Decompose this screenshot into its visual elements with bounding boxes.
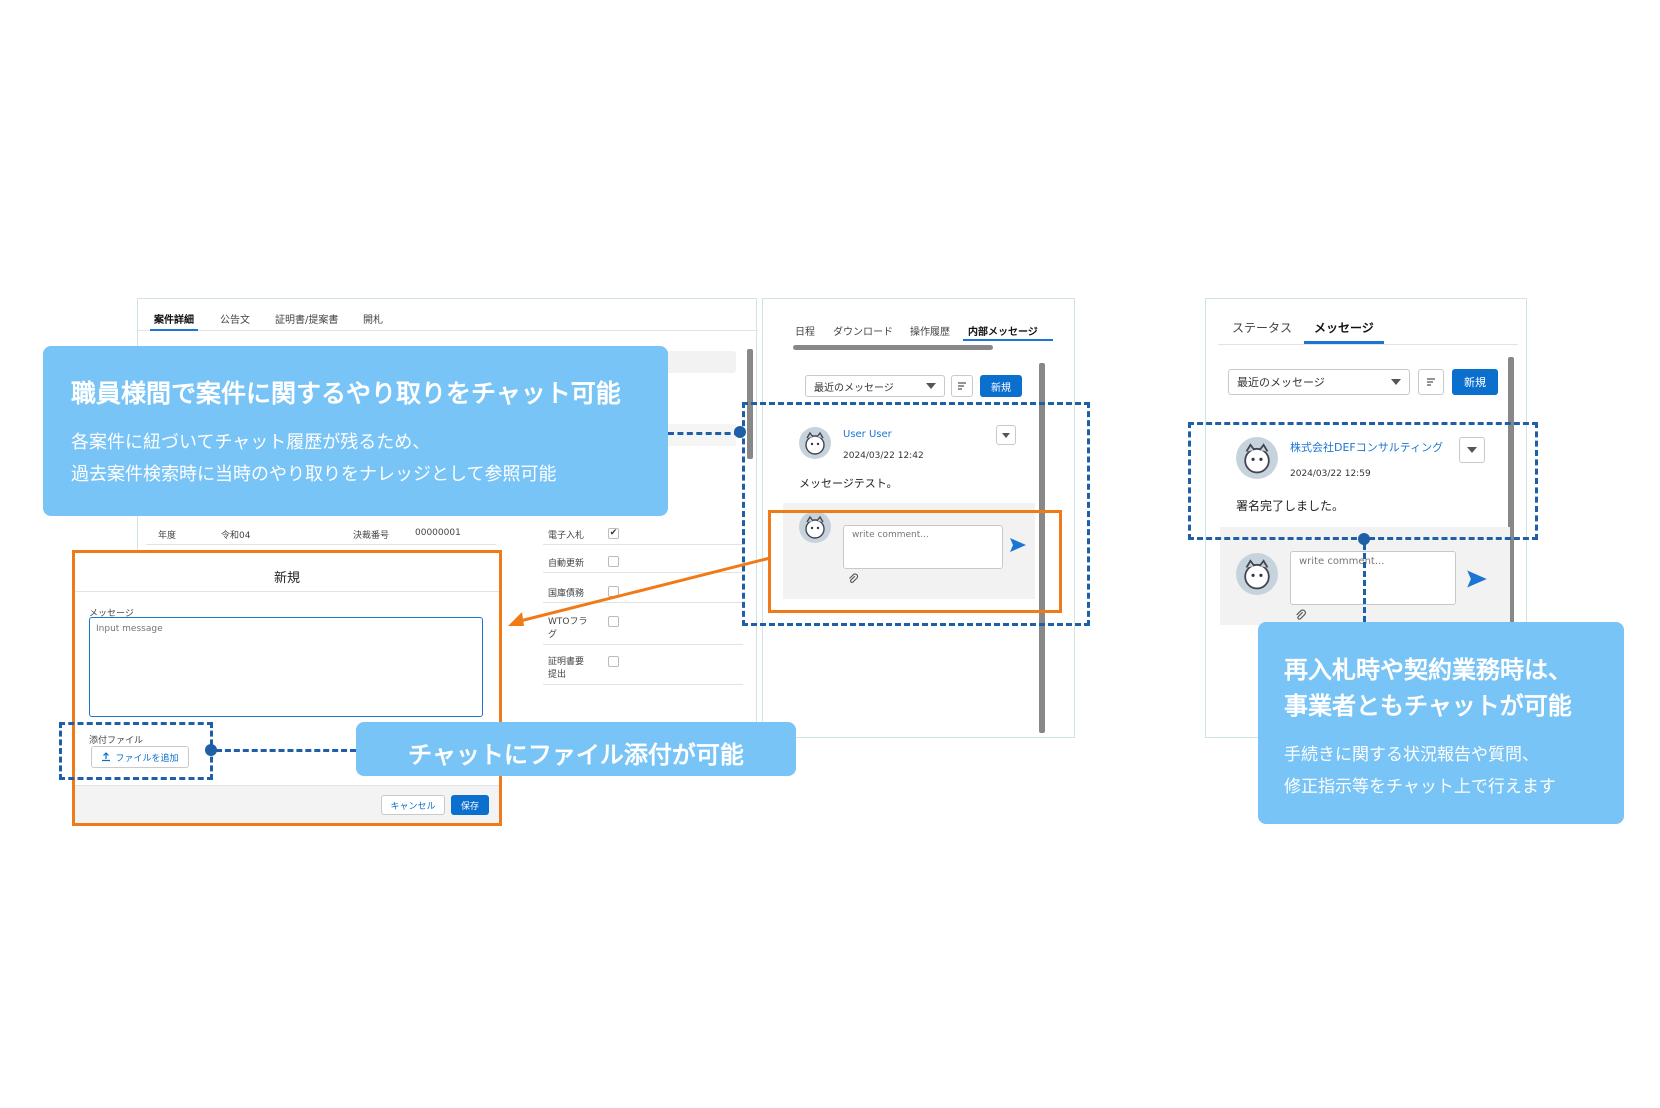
sort-icon bbox=[958, 382, 966, 390]
connector-line bbox=[668, 432, 740, 435]
field-divider bbox=[543, 684, 743, 685]
checkbox-certificate[interactable] bbox=[608, 656, 619, 667]
paperclip-icon[interactable] bbox=[1294, 609, 1307, 622]
tab-notice[interactable]: 公告文 bbox=[220, 311, 250, 326]
tab-active-underline bbox=[150, 329, 198, 331]
callout-line: 過去案件検索時に当時のやり取りをナレッジとして参照可能 bbox=[71, 464, 557, 485]
highlight-vendor-post bbox=[1188, 422, 1538, 540]
year-value: 令和04 bbox=[221, 531, 251, 541]
new-message-modal: 新規 メッセージ 添付ファイル ファイルを追加 キャンセル 保存 bbox=[72, 550, 502, 826]
message-filter-value: 最近のメッセージ bbox=[1237, 376, 1325, 389]
tab-certificate[interactable]: 証明書/提案書 bbox=[275, 311, 338, 326]
callout-title: チャットにファイル添付が可能 bbox=[408, 741, 744, 769]
send-icon[interactable] bbox=[1466, 569, 1488, 589]
tab-active-underline bbox=[963, 339, 1053, 341]
tab-history[interactable]: 操作履歴 bbox=[910, 323, 950, 338]
tab-scroll-track[interactable] bbox=[793, 345, 993, 350]
tab-schedule[interactable]: 日程 bbox=[795, 323, 815, 338]
connector-dot bbox=[205, 744, 217, 756]
callout-attach: チャットにファイル添付が可能 bbox=[356, 722, 796, 776]
callout-line: 手続きに関する状況報告や質問、 bbox=[1284, 745, 1539, 765]
callout-vendor-chat: 再入札時や契約業務時は、 事業者ともチャットが可能 手続きに関する状況報告や質問… bbox=[1258, 622, 1624, 824]
tab-download[interactable]: ダウンロード bbox=[833, 323, 893, 338]
callout-line: 修正指示等をチャット上で行えます bbox=[1284, 777, 1556, 797]
chevron-down-icon bbox=[926, 383, 936, 389]
tab-case-detail[interactable]: 案件詳細 bbox=[154, 311, 194, 326]
check-label-e-bid: 電子入札 bbox=[548, 531, 585, 541]
connector-dot bbox=[1358, 533, 1370, 545]
chevron-down-icon bbox=[1391, 379, 1401, 385]
callout-line: 各案件に紐づいてチャット履歴が残るため、 bbox=[71, 432, 431, 453]
callout-internal-chat: 職員様間で案件に関するやり取りをチャット可能 各案件に紐づいてチャット履歴が残る… bbox=[43, 346, 668, 516]
comment-input[interactable]: write comment... bbox=[1290, 551, 1456, 605]
tab-status[interactable]: ステータス bbox=[1232, 319, 1292, 336]
save-button[interactable]: 保存 bbox=[451, 795, 489, 815]
field-divider bbox=[146, 544, 496, 545]
sort-button[interactable] bbox=[1418, 369, 1444, 395]
highlight-comment-box bbox=[768, 510, 1062, 613]
message-textarea[interactable] bbox=[89, 617, 483, 717]
new-message-button[interactable]: 新規 bbox=[1452, 369, 1498, 395]
modal-divider bbox=[75, 591, 499, 592]
tab-divider bbox=[1218, 344, 1518, 345]
tab-internal-message[interactable]: 内部メッセージ bbox=[968, 323, 1038, 338]
new-message-button[interactable]: 新規 bbox=[980, 375, 1022, 397]
message-filter-select[interactable]: 最近のメッセージ bbox=[1228, 369, 1410, 395]
message-filter-value: 最近のメッセージ bbox=[814, 382, 894, 394]
decision-number-value: 00000001 bbox=[415, 528, 461, 538]
connector-arrow bbox=[508, 556, 771, 626]
connector-line bbox=[216, 749, 356, 752]
check-label-certificate: 証明書要提出 bbox=[548, 657, 585, 680]
modal-title: 新規 bbox=[273, 571, 300, 586]
highlight-attach bbox=[59, 722, 213, 780]
callout-title: 事業者ともチャットが可能 bbox=[1284, 692, 1572, 720]
tab-message[interactable]: メッセージ bbox=[1314, 319, 1374, 336]
sort-icon bbox=[1427, 378, 1435, 386]
field-divider bbox=[543, 544, 743, 545]
field-divider bbox=[543, 644, 743, 645]
connector-dot bbox=[734, 426, 746, 438]
callout-title: 再入札時や契約業務時は、 bbox=[1284, 656, 1572, 684]
connector-line bbox=[1363, 544, 1366, 622]
cancel-button[interactable]: キャンセル bbox=[381, 795, 445, 815]
user-avatar-icon bbox=[1244, 559, 1270, 590]
message-filter-select[interactable]: 最近のメッセージ bbox=[805, 375, 945, 397]
checkbox-e-bid[interactable]: ✔ bbox=[608, 528, 619, 539]
decision-number-label: 決裁番号 bbox=[353, 531, 390, 541]
avatar bbox=[1236, 553, 1278, 595]
callout-title: 職員様間で案件に関するやり取りをチャット可能 bbox=[71, 379, 621, 408]
year-label: 年度 bbox=[158, 531, 177, 541]
tab-opening[interactable]: 開札 bbox=[363, 311, 383, 326]
sort-button[interactable] bbox=[951, 375, 973, 397]
